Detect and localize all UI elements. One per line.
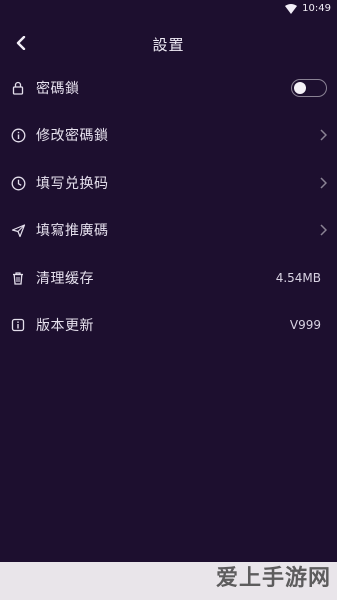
chevron-right-icon [320,224,327,236]
info-icon [10,127,26,143]
trash-icon [10,270,26,286]
chevron-right-icon [320,129,327,141]
lock-icon [10,80,26,96]
cache-size-value: 4.54MB [275,271,321,285]
toggle-knob [294,81,306,94]
status-time: 10:49 [302,3,331,14]
send-icon [10,222,26,238]
header: 設置 [0,18,337,70]
version-value: V999 [289,318,321,332]
setting-row-cache[interactable]: 清理缓存 4.54MB [0,263,337,293]
setting-label: 修改密碼鎖 [36,128,109,144]
setting-label: 版本更新 [36,318,94,334]
setting-label: 填寫推廣碼 [36,223,109,239]
setting-row-redeem[interactable]: 填写兑换码 [0,168,337,198]
clock-icon [10,175,26,191]
status-bar: 10:49 [0,0,337,18]
setting-label: 密碼鎖 [36,81,80,97]
watermark-logo: 爱上手游网 [215,566,331,591]
info-square-icon [10,317,26,333]
page-title: 設置 [152,36,185,54]
setting-label: 清理缓存 [36,271,94,287]
wifi-icon [285,4,297,14]
setting-row-version[interactable]: 版本更新 V999 [0,310,337,340]
lock-toggle[interactable] [291,79,327,97]
setting-row-referral[interactable]: 填寫推廣碼 [0,215,337,245]
chevron-right-icon [320,177,327,189]
settings-screen: 10:49 設置 密碼鎖 修改密碼鎖 填写兑换码 填寫推廣碼 清理缓存 4.54… [0,0,337,562]
setting-row-change-lock[interactable]: 修改密碼鎖 [0,120,337,150]
setting-row-lock[interactable]: 密碼鎖 [0,73,337,103]
setting-label: 填写兑换码 [36,176,109,192]
